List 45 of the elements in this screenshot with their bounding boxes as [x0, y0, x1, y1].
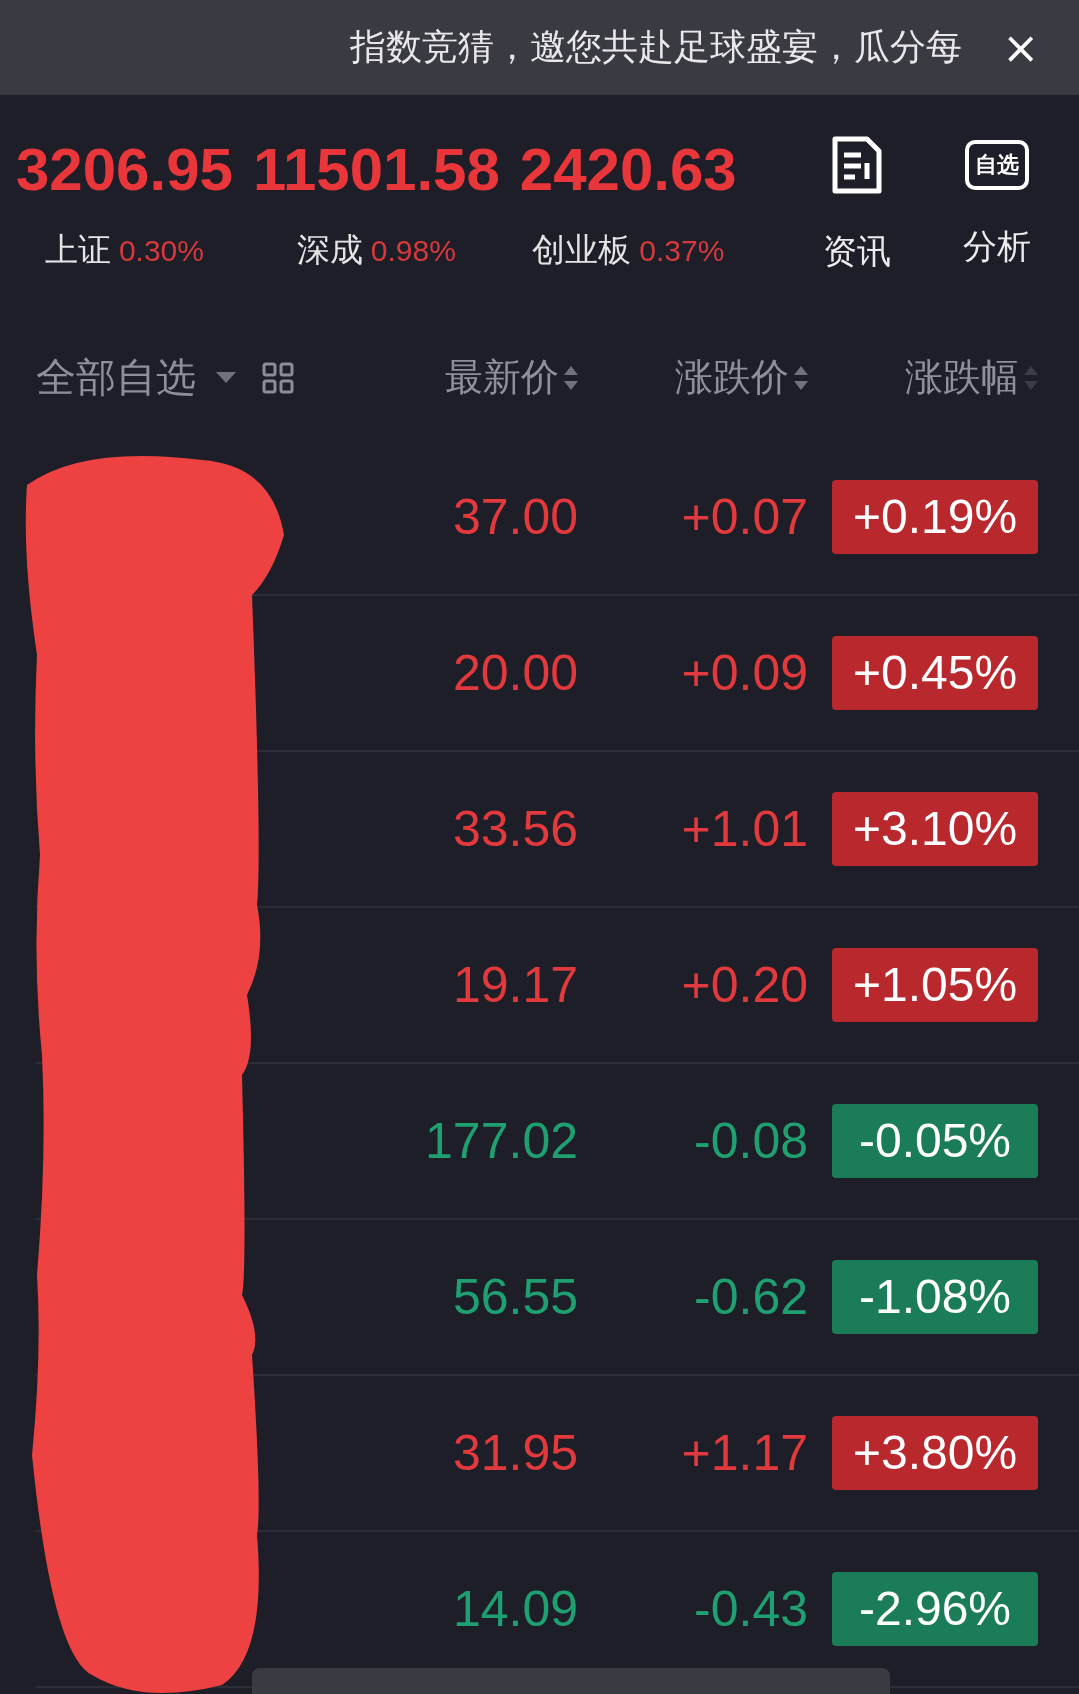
index-name: 上证	[44, 229, 111, 271]
change-cell-text: +0.20	[680, 956, 808, 1014]
dropdown-caret-icon[interactable]	[216, 371, 236, 384]
column-header[interactable]: 涨跌价	[579, 352, 809, 403]
change-cell-text: -0.08	[693, 1112, 808, 1170]
percent-badge: +3.10%	[832, 792, 1038, 866]
index-value: 3206.95	[16, 135, 233, 204]
announcement-text: 指数竞猜，邀您共赴足球盛宴，瓜分每	[350, 25, 963, 69]
price-cell-text: 20.00	[451, 644, 578, 702]
index-change: 0.37%	[639, 234, 725, 268]
price-cell-text: 177.02	[424, 1112, 578, 1170]
index-change: 0.98%	[370, 234, 456, 268]
column-header[interactable]: 最新价	[416, 352, 579, 403]
shortcut-button[interactable]: 自选 分析	[927, 135, 1067, 270]
change-cell-text: -0.43	[693, 1580, 808, 1638]
change-cell-text: +0.09	[680, 644, 808, 702]
index-value: 11501.58	[252, 135, 500, 204]
grid-icon[interactable]	[262, 361, 294, 394]
index-value: 2420.63	[519, 135, 737, 204]
change-cell-text: -0.62	[693, 1268, 808, 1326]
price-cell-text: 56.55	[451, 1268, 578, 1326]
change-cell-text: +0.07	[680, 488, 808, 546]
close-button[interactable]: ×	[992, 22, 1049, 73]
change-cell-text: +1.01	[680, 800, 808, 858]
price-cell-text: 33.56	[451, 800, 578, 858]
column-header[interactable]: 涨跌幅	[809, 352, 1039, 403]
group-selector[interactable]: 全部自选	[36, 350, 196, 405]
percent-badge: +1.05%	[832, 948, 1038, 1022]
shortcut-button[interactable]: 资讯	[787, 135, 927, 275]
percent-badge: +3.80%	[832, 1416, 1038, 1490]
change-cell-text: +1.17	[680, 1424, 808, 1482]
price-cell-text: 37.00	[451, 488, 578, 546]
price-cell-text: 14.09	[451, 1580, 578, 1638]
watchlist-icon: 自选	[965, 140, 1029, 190]
announcement-banner[interactable]: 指数竞猜，邀您共赴足球盛宴，瓜分每 ×	[0, 0, 1079, 95]
index-name: 创业板	[532, 229, 632, 271]
price-cell-text: 31.95	[451, 1424, 578, 1482]
percent-badge: +0.19%	[832, 480, 1038, 554]
percent-badge: +0.45%	[832, 636, 1038, 710]
index-name: 深成	[296, 229, 363, 271]
price-cell-text: 19.17	[451, 956, 578, 1014]
percent-badge: -1.08%	[832, 1260, 1038, 1334]
percent-badge: -2.96%	[832, 1572, 1038, 1646]
percent-badge: -0.05%	[832, 1104, 1038, 1178]
index-change: 0.30%	[118, 234, 204, 268]
